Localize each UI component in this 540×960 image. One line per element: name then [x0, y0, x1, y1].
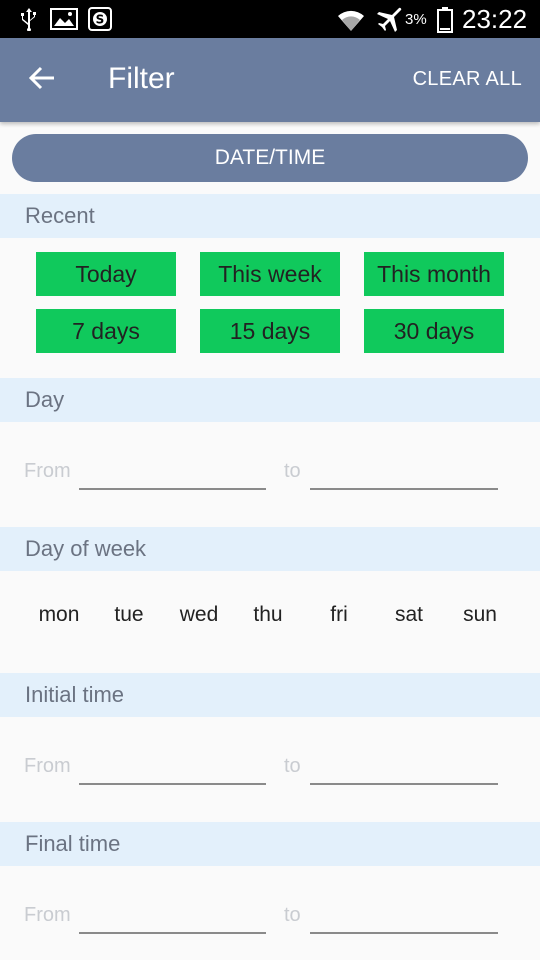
status-time: 23:22 [462, 4, 528, 34]
day-wed[interactable]: wed [169, 603, 229, 627]
section-title: Recent [25, 203, 95, 228]
s-app-icon: S [87, 7, 113, 31]
day-thu[interactable]: thu [238, 603, 298, 627]
final-time-from-input[interactable] [79, 898, 270, 932]
day-to-label: to [284, 460, 301, 482]
recent-this-month-button[interactable]: This month [364, 252, 504, 296]
initial-time-from-input[interactable] [79, 749, 270, 783]
usb-icon [18, 7, 40, 31]
section-title: Initial time [25, 682, 125, 707]
day-to-input[interactable] [310, 454, 502, 488]
section-header-initial-time: Initial time [0, 673, 540, 717]
section-header-day-of-week: Day of week [0, 527, 540, 571]
final-time-to-field[interactable] [310, 898, 502, 934]
app-bar: Filter CLEAR ALL [0, 38, 540, 122]
day-from-label: From [24, 460, 71, 482]
initial-time-from-label: From [24, 755, 71, 777]
final-time-from-label: From [24, 904, 71, 926]
recent-today-button[interactable]: Today [36, 252, 176, 296]
day-sat[interactable]: sat [379, 603, 439, 627]
airplane-icon [374, 7, 404, 33]
status-bar: S 3% 23:22 [0, 0, 540, 38]
recent-this-week-button[interactable]: This week [200, 252, 340, 296]
recent-7-days-button[interactable]: 7 days [36, 309, 176, 353]
clear-all-button[interactable]: CLEAR ALL [413, 68, 522, 91]
arrow-left-icon [28, 66, 55, 95]
battery-icon [437, 7, 453, 33]
page-title: Filter [108, 62, 175, 95]
final-time-to-input[interactable] [310, 898, 502, 932]
section-header-recent: Recent [0, 194, 540, 238]
section-header-final-time: Final time [0, 822, 540, 866]
day-to-field[interactable] [310, 454, 502, 490]
initial-time-to-input[interactable] [310, 749, 502, 783]
image-icon [50, 7, 78, 31]
wifi-icon [336, 7, 366, 33]
final-time-from-field[interactable] [79, 898, 270, 934]
section-title: Final time [25, 831, 121, 856]
initial-time-to-field[interactable] [310, 749, 502, 785]
section-title: Day of week [25, 536, 147, 561]
tab-date-time[interactable]: DATE/TIME [12, 134, 528, 182]
recent-30-days-button[interactable]: 30 days [364, 309, 504, 353]
svg-text:S: S [96, 13, 105, 27]
battery-percent: 3% [405, 11, 427, 28]
day-from-field[interactable] [79, 454, 270, 490]
day-tue[interactable]: tue [99, 603, 159, 627]
day-mon[interactable]: mon [29, 603, 89, 627]
back-button[interactable] [22, 60, 62, 100]
final-time-to-label: to [284, 904, 301, 926]
section-header-day: Day [0, 378, 540, 422]
day-fri[interactable]: fri [309, 603, 369, 627]
initial-time-to-label: to [284, 755, 301, 777]
initial-time-from-field[interactable] [79, 749, 270, 785]
recent-15-days-button[interactable]: 15 days [200, 309, 340, 353]
day-sun[interactable]: sun [450, 603, 510, 627]
day-from-input[interactable] [79, 454, 270, 488]
section-title: Day [25, 387, 65, 412]
